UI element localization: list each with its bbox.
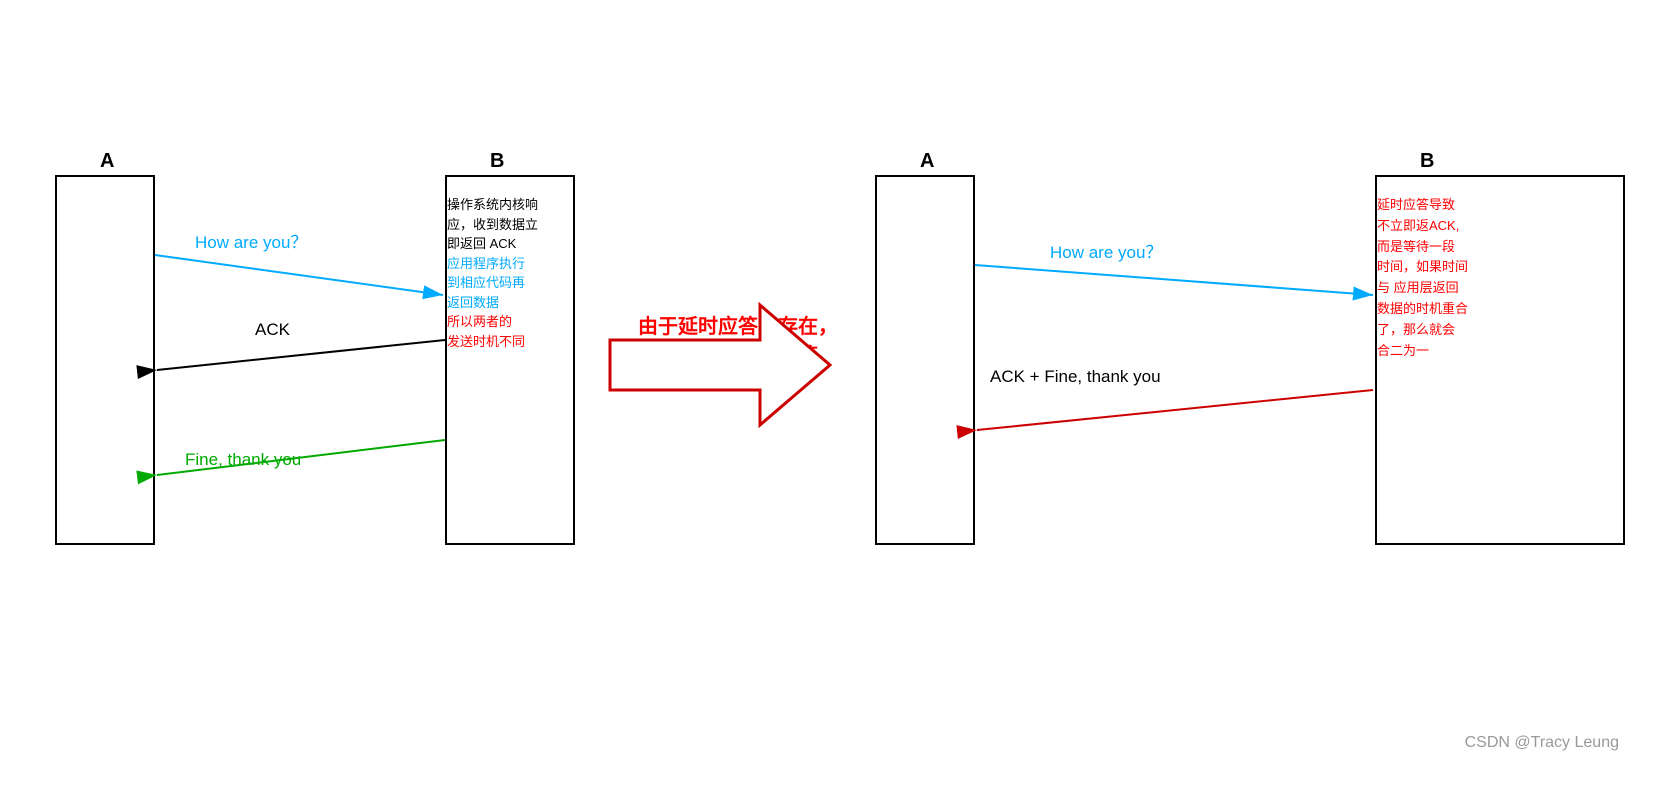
b-left-line8: 发送时机不同 <box>447 334 525 349</box>
middle-arrow-area: 由于延时应答的存在， 就会引发捎带应答 <box>638 310 838 368</box>
middle-text-line2: 就会引发捎带应答 <box>638 339 838 368</box>
middle-text-line1: 由于延时应答的存在， <box>638 310 838 339</box>
label-a-right: A <box>920 150 934 173</box>
watermark: CSDN @Tracy Leung <box>1465 734 1619 752</box>
b-right-line5: 与 应用层返回 <box>1377 280 1459 295</box>
diagram-container: A B 操作系统内核响 应，收到数据立 即返回 ACK 应用程序执行 到相应代码… <box>0 0 1659 792</box>
box-a-right <box>875 175 975 545</box>
b-content-right: 延时应答导致 不立即返ACK, 而是等待一段 时间，如果时间 与 应用层返回 数… <box>1377 195 1623 361</box>
b-left-line1: 操作系统内核响 <box>447 197 538 212</box>
how-are-you-text-left: How are you？ <box>195 233 307 252</box>
ack-text-left: ACK <box>255 320 291 339</box>
b-left-line4: 应用程序执行 <box>447 256 525 271</box>
how-are-you-arrow-right <box>975 265 1373 295</box>
b-right-line8: 合二为一 <box>1377 343 1429 358</box>
how-are-you-text-right: How are you？ <box>1050 243 1162 262</box>
b-right-line1: 延时应答导致 <box>1377 197 1455 212</box>
label-b-right: B <box>1420 150 1434 173</box>
ack-arrow-left <box>157 340 445 370</box>
b-right-line4: 时间，如果时间 <box>1377 259 1468 274</box>
label-b-left: B <box>490 150 504 173</box>
b-left-line5: 到相应代码再 <box>447 275 525 290</box>
box-a-left <box>55 175 155 545</box>
b-left-line6: 返回数据 <box>447 295 499 310</box>
b-left-line7: 所以两者的 <box>447 314 512 329</box>
fine-text-left: Fine, thank you <box>185 450 301 469</box>
b-right-line3: 而是等待一段 <box>1377 239 1455 254</box>
ack-fine-arrow-right <box>977 390 1373 430</box>
b-left-line2: 应，收到数据立 <box>447 217 538 232</box>
label-a-left: A <box>100 150 114 173</box>
b-right-line2: 不立即返ACK, <box>1377 218 1459 233</box>
ack-fine-text-right: ACK + Fine, thank you <box>990 367 1161 386</box>
b-left-line3: 即返回 ACK <box>447 236 516 251</box>
b-right-line6: 数据的时机重合 <box>1377 301 1468 316</box>
how-are-you-arrow-left <box>155 255 443 295</box>
b-right-line7: 了，那么就会 <box>1377 322 1455 337</box>
fine-arrow-left <box>157 440 445 475</box>
b-content-left: 操作系统内核响 应，收到数据立 即返回 ACK 应用程序执行 到相应代码再 返回… <box>447 195 573 351</box>
